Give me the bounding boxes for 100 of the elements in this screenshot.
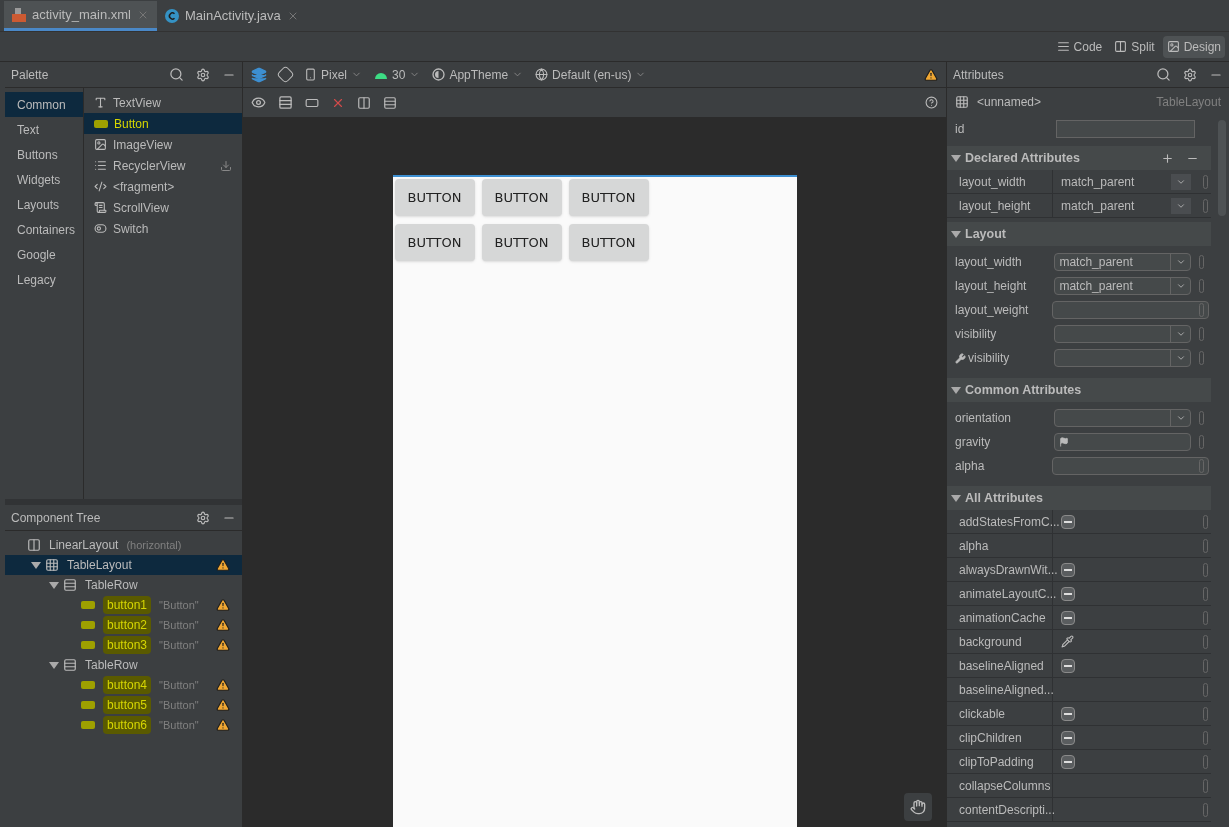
preview-button[interactable]: BUTTON <box>394 179 475 216</box>
palette-category[interactable]: Common <box>5 92 83 117</box>
dropdown-field[interactable] <box>1054 349 1192 367</box>
palette-category[interactable]: Legacy <box>5 267 83 292</box>
tree-item[interactable]: TableRow <box>5 655 242 675</box>
view-mode-button[interactable]: Code <box>1052 35 1107 58</box>
palette-category[interactable]: Buttons <box>5 142 83 167</box>
layers-icon[interactable] <box>251 66 267 83</box>
attribute-name: layout_width <box>959 173 1026 191</box>
help-icon[interactable] <box>925 96 938 109</box>
section-header[interactable]: Common Attributes <box>947 378 1211 402</box>
tree-item-label: button5 <box>103 696 152 714</box>
expand-arrow-icon[interactable] <box>951 230 961 238</box>
palette-item[interactable]: TextView <box>84 92 242 113</box>
add-icon[interactable] <box>1161 151 1174 165</box>
dropdown-field[interactable]: match_parent <box>1054 253 1192 271</box>
toolbar-dropdown[interactable]: Pixel <box>304 65 362 84</box>
settings-icon[interactable] <box>196 67 210 82</box>
preview-button[interactable]: BUTTON <box>394 224 475 261</box>
tristate-checkbox[interactable] <box>1061 610 1075 625</box>
palette-item[interactable]: Switch <box>84 218 242 239</box>
palette-category[interactable]: Widgets <box>5 167 83 192</box>
section-header[interactable]: Declared Attributes <box>947 146 1211 170</box>
reference-icon[interactable] <box>1198 255 1204 269</box>
tree-item[interactable]: button6 "Button" <box>5 715 242 735</box>
tree-item[interactable]: button3 "Button" <box>5 635 242 655</box>
tristate-checkbox[interactable] <box>1061 586 1075 601</box>
tristate-checkbox[interactable] <box>1061 754 1075 769</box>
settings-icon[interactable] <box>1183 67 1197 82</box>
tree-item[interactable]: button1 "Button" <box>5 595 242 615</box>
preview-button[interactable]: BUTTON <box>481 179 562 216</box>
expand-arrow-icon[interactable] <box>951 386 961 394</box>
tree-item[interactable]: LinearLayout (horizontal) <box>5 535 242 555</box>
pan-icon[interactable] <box>910 799 926 815</box>
preview-button[interactable]: BUTTON <box>481 224 562 261</box>
attribute-name: layout_width <box>955 254 1022 271</box>
input-field[interactable] <box>1052 301 1210 319</box>
warning-icon <box>216 678 230 692</box>
palette-item[interactable]: ImageView <box>84 134 242 155</box>
reference-icon[interactable] <box>1198 435 1204 449</box>
warning-icon <box>216 558 230 572</box>
dropdown-field[interactable]: match_parent <box>1053 170 1191 193</box>
palette-category[interactable]: Layouts <box>5 192 83 217</box>
tristate-checkbox[interactable] <box>1061 706 1075 721</box>
attribute-name: id <box>955 121 966 138</box>
table-layout-icon <box>955 95 969 109</box>
tree-item[interactable]: button4 "Button" <box>5 675 242 695</box>
reference-icon[interactable] <box>1198 411 1204 425</box>
color-picker-icon[interactable] <box>1061 635 1074 648</box>
tree-item[interactable]: TableRow <box>5 575 242 595</box>
toolbar-dropdown[interactable]: 30 <box>374 65 421 84</box>
tristate-checkbox[interactable] <box>1061 730 1075 745</box>
tree-item-detail: "Button" <box>159 597 199 613</box>
expand-arrow-icon[interactable] <box>49 581 59 589</box>
reference-icon[interactable] <box>1198 279 1204 293</box>
dropdown-field[interactable] <box>1054 325 1192 343</box>
settings-icon[interactable] <box>196 510 210 525</box>
flag-field[interactable] <box>1054 433 1192 451</box>
search-icon[interactable] <box>169 67 184 82</box>
tree-item[interactable]: button5 "Button" <box>5 695 242 715</box>
view-mode-button[interactable]: Split <box>1110 35 1159 58</box>
dropdown-field[interactable]: match_parent <box>1054 277 1192 295</box>
toolbar-dropdown[interactable]: Default (en-us) <box>535 65 647 84</box>
reference-icon[interactable] <box>1198 351 1204 365</box>
input-field[interactable] <box>1056 120 1195 138</box>
tree-item[interactable]: TableLayout <box>5 555 242 575</box>
dropdown-field[interactable] <box>1054 409 1192 427</box>
palette-item[interactable]: RecyclerView <box>84 155 242 176</box>
download-icon[interactable] <box>220 159 232 172</box>
scroll-icon <box>94 201 107 214</box>
palette-category[interactable]: Google <box>5 242 83 267</box>
toolbar-dropdown[interactable]: AppTheme <box>432 65 524 84</box>
switch-icon <box>94 222 107 235</box>
editor-tab[interactable]: activity_main.xml <box>4 1 157 31</box>
palette-category[interactable]: Containers <box>5 217 83 242</box>
expand-arrow-icon[interactable] <box>49 661 59 669</box>
search-icon[interactable] <box>1156 67 1171 82</box>
palette-category[interactable]: Text <box>5 117 83 142</box>
tree-item[interactable]: button2 "Button" <box>5 615 242 635</box>
palette-item[interactable]: Button <box>84 113 242 134</box>
reference-icon[interactable] <box>1198 327 1204 341</box>
tristate-checkbox[interactable] <box>1061 514 1075 529</box>
code-view-icon <box>1056 40 1070 53</box>
editor-tab[interactable]: MainActivity.java <box>156 1 307 31</box>
expand-arrow-icon[interactable] <box>951 154 961 162</box>
expand-arrow-icon[interactable] <box>951 494 961 502</box>
view-mode-button[interactable]: Design <box>1162 35 1225 58</box>
section-header[interactable]: All Attributes <box>947 486 1211 510</box>
palette-item[interactable]: ScrollView <box>84 197 242 218</box>
expand-arrow-icon[interactable] <box>31 561 41 569</box>
tristate-checkbox[interactable] <box>1061 562 1075 577</box>
palette-item[interactable]: <fragment> <box>84 176 242 197</box>
attribute-name: visibility <box>955 326 997 343</box>
eye-icon[interactable] <box>251 95 266 110</box>
preview-button[interactable]: BUTTON <box>568 224 649 261</box>
input-field[interactable] <box>1052 457 1210 475</box>
section-header[interactable]: Layout <box>947 222 1211 246</box>
dropdown-field[interactable]: match_parent <box>1053 194 1191 217</box>
tristate-checkbox[interactable] <box>1061 658 1075 673</box>
preview-button[interactable]: BUTTON <box>568 179 649 216</box>
